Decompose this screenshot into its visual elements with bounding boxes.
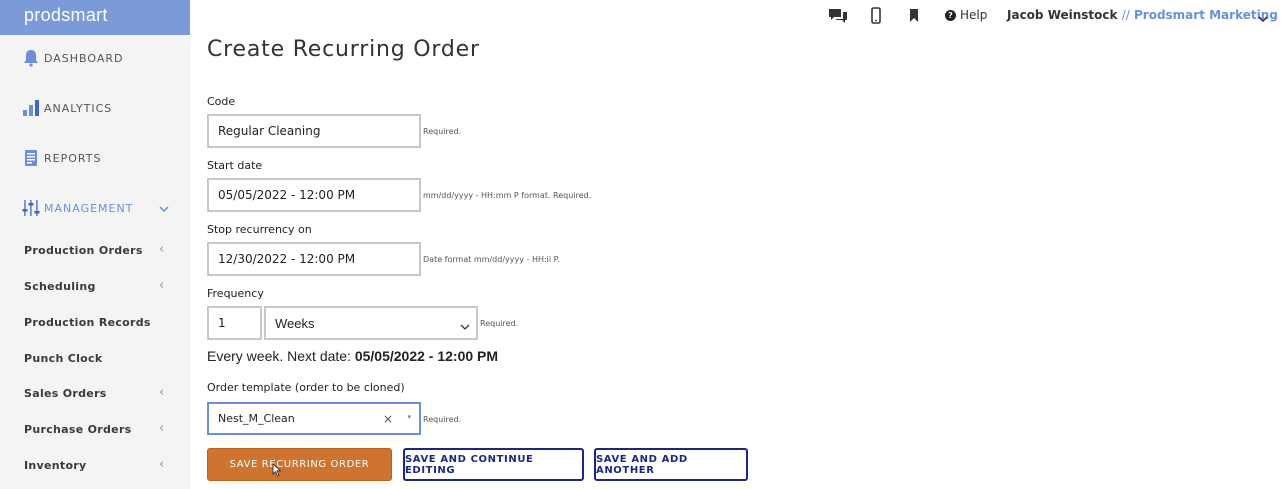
code-hint: Required. xyxy=(423,127,462,136)
sidebar-item-reports[interactable]: REPORTS xyxy=(0,143,190,173)
recurrence-summary: Every week. Next date: 05/05/2022 - 12:0… xyxy=(207,348,498,364)
user-name: Jacob Weinstock xyxy=(1007,8,1118,22)
save-and-continue-button[interactable]: SAVE AND CONTINUE EDITING xyxy=(403,448,584,481)
user-separator: // xyxy=(1121,8,1130,22)
page-title: Create Recurring Order xyxy=(207,37,480,62)
chevron-left-icon: ‹ xyxy=(159,385,165,400)
next-date-value: 05/05/2022 - 12:00 PM xyxy=(354,348,499,364)
sidebar-item-sales-orders[interactable]: Sales Orders ‹ xyxy=(0,382,190,404)
sidebar-item-label: Purchase Orders xyxy=(24,422,132,436)
mobile-icon[interactable] xyxy=(870,7,890,25)
bell-icon xyxy=(22,49,40,67)
stop-recurrency-input[interactable]: 12/30/2022 - 12:00 PM xyxy=(207,242,421,276)
chevron-down-icon xyxy=(158,200,170,213)
frequency-count-input[interactable]: 1 xyxy=(207,306,262,340)
stop-recurrency-label: Stop recurrency on xyxy=(207,223,312,236)
sidebar-item-label: Punch Clock xyxy=(24,351,103,365)
sidebar-item-dashboard[interactable]: DASHBOARD xyxy=(0,43,190,73)
user-menu[interactable]: Jacob Weinstock // Prodsmart Marketing xyxy=(1007,8,1278,22)
chevron-down-icon[interactable] xyxy=(1257,10,1269,23)
sidebar-item-analytics[interactable]: ANALYTICS xyxy=(0,93,190,123)
brand-logo[interactable]: prodsmart xyxy=(0,0,190,35)
chevron-left-icon: ‹ xyxy=(159,421,165,436)
order-template-select[interactable]: Nest_M_Clean × ▾ xyxy=(207,402,421,435)
chevron-left-icon: ‹ xyxy=(159,457,165,472)
save-and-add-another-button[interactable]: SAVE AND ADD ANOTHER xyxy=(594,448,748,481)
chevron-left-icon: ‹ xyxy=(159,242,165,257)
sidebar-item-label: Sales Orders xyxy=(24,386,107,400)
sidebar-item-label: Production Records xyxy=(24,315,151,329)
sidebar-item-label: MANAGEMENT xyxy=(44,201,134,215)
sidebar-item-label: REPORTS xyxy=(44,151,102,165)
start-date-hint: mm/dd/yyyy - HH:mm P format. Required. xyxy=(423,191,592,200)
clear-icon[interactable]: × xyxy=(383,412,393,426)
bar-chart-icon xyxy=(22,99,40,117)
chevron-left-icon: ‹ xyxy=(159,278,165,293)
bookmark-icon[interactable] xyxy=(908,7,928,25)
sidebar-item-label: Production Orders xyxy=(24,243,143,257)
sidebar-item-production-records[interactable]: Production Records xyxy=(0,311,190,333)
sidebar: prodsmart DASHBOARD ANALYTICS REPORTS MA… xyxy=(0,0,190,489)
sidebar-item-punch-clock[interactable]: Punch Clock xyxy=(0,347,190,369)
code-input[interactable]: Regular Cleaning xyxy=(207,114,421,148)
sidebar-item-label: Inventory xyxy=(24,458,87,472)
chevron-down-icon xyxy=(460,319,470,330)
order-template-value: Nest_M_Clean xyxy=(218,412,295,425)
help-link[interactable]: ? Help xyxy=(945,8,987,22)
template-hint: Required. xyxy=(423,415,462,424)
frequency-unit-select[interactable]: Weeks xyxy=(264,306,478,340)
code-label: Code xyxy=(207,95,236,108)
top-bar: ? Help Jacob Weinstock // Prodsmart Mark… xyxy=(190,0,1287,32)
sliders-icon xyxy=(22,199,40,217)
sidebar-item-label: Scheduling xyxy=(24,279,96,293)
help-label: Help xyxy=(960,8,988,22)
sidebar-item-inventory[interactable]: Inventory ‹ xyxy=(0,454,190,476)
sidebar-item-production-orders[interactable]: Production Orders ‹ xyxy=(0,239,190,261)
frequency-unit-value: Weeks xyxy=(275,315,315,331)
mouse-cursor-icon xyxy=(272,462,282,477)
caret-down-icon: ▾ xyxy=(407,413,411,421)
chat-icon[interactable] xyxy=(828,7,848,25)
help-icon: ? xyxy=(945,9,956,21)
frequency-label: Frequency xyxy=(207,287,264,300)
sidebar-item-label: ANALYTICS xyxy=(44,101,113,115)
start-date-input[interactable]: 05/05/2022 - 12:00 PM xyxy=(207,178,421,212)
sidebar-item-label: DASHBOARD xyxy=(44,51,124,65)
document-icon xyxy=(22,149,40,167)
stop-recurrency-hint: Date format mm/dd/yyyy - HH:ii P. xyxy=(423,255,560,264)
sidebar-item-scheduling[interactable]: Scheduling ‹ xyxy=(0,275,190,297)
sidebar-item-management[interactable]: MANAGEMENT xyxy=(0,193,190,223)
frequency-hint: Required. xyxy=(480,319,519,328)
save-recurring-order-button[interactable]: SAVE RECURRING ORDER xyxy=(207,448,392,481)
sidebar-item-purchase-orders[interactable]: Purchase Orders ‹ xyxy=(0,418,190,440)
recurrence-summary-prefix: Every week. Next date: xyxy=(207,348,351,364)
template-label: Order template (order to be cloned) xyxy=(207,381,405,394)
start-date-label: Start date xyxy=(207,159,263,172)
